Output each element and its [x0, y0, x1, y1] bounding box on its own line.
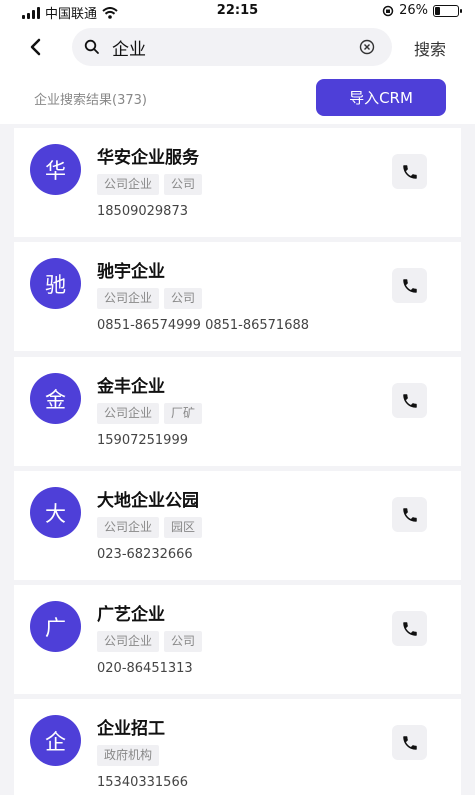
phone-icon: [402, 735, 417, 750]
back-button[interactable]: [20, 33, 50, 61]
company-card[interactable]: 企 企业招工 政府机构 15340331566: [14, 699, 461, 795]
company-phone: 18509029873: [97, 204, 188, 219]
company-phone: 0851-86574999 0851-86571688: [97, 318, 310, 333]
company-tag: 公司企业: [97, 517, 160, 538]
company-avatar: 驰: [30, 258, 81, 309]
company-tags: 公司企业 公司: [97, 288, 203, 309]
call-button[interactable]: [392, 268, 427, 303]
lock-rotation-icon: [382, 5, 394, 16]
company-name: 华安企业服务: [97, 148, 199, 168]
company-avatar: 企: [30, 715, 81, 766]
company-tag: 公司企业: [97, 631, 160, 652]
company-card[interactable]: 金 金丰企业 公司企业 厂矿 15907251999: [14, 357, 461, 466]
company-avatar: 金: [30, 373, 81, 424]
company-card[interactable]: 大 大地企业公园 公司企业 园区 023-68232666: [14, 471, 461, 580]
phone-icon: [402, 278, 417, 293]
company-avatar: 大: [30, 487, 81, 538]
call-button[interactable]: [392, 497, 427, 532]
company-avatar: 广: [30, 601, 81, 652]
search-header: 搜索 企业搜索结果(373) 导入CRM: [0, 24, 475, 124]
company-name: 驰宇企业: [97, 262, 165, 282]
search-box[interactable]: [72, 28, 392, 66]
import-crm-button[interactable]: 导入CRM: [316, 79, 446, 116]
status-bar: 中国联通 22:15 26%: [0, 0, 475, 24]
phone-icon: [402, 164, 417, 179]
company-card[interactable]: 驰 驰宇企业 公司企业 公司 0851-86574999 0851-865716…: [14, 242, 461, 351]
battery-percent: 26%: [399, 3, 428, 18]
company-tag: 公司: [164, 288, 203, 309]
company-tag: 公司: [164, 631, 203, 652]
search-input[interactable]: [112, 34, 352, 60]
company-tags: 公司企业 园区: [97, 517, 203, 538]
result-count: 企业搜索结果(373): [34, 93, 147, 108]
company-avatar: 华: [30, 144, 81, 195]
search-icon: [84, 39, 99, 54]
back-icon: [30, 38, 41, 56]
clear-icon[interactable]: [359, 39, 375, 55]
company-tag: 公司企业: [97, 288, 160, 309]
company-card[interactable]: 广 广艺企业 公司企业 公司 020-86451313: [14, 585, 461, 694]
company-tags: 公司企业 厂矿: [97, 403, 203, 424]
company-tag: 政府机构: [97, 745, 160, 766]
company-tag: 公司企业: [97, 174, 160, 195]
status-right: 26%: [382, 3, 462, 18]
call-button[interactable]: [392, 383, 427, 418]
company-card[interactable]: 华 华安企业服务 公司企业 公司 18509029873: [14, 128, 461, 237]
call-button[interactable]: [392, 154, 427, 189]
company-phone: 15907251999: [97, 433, 188, 448]
company-phone: 020-86451313: [97, 661, 193, 676]
company-tag: 园区: [164, 517, 203, 538]
company-phone: 023-68232666: [97, 547, 193, 562]
company-name: 广艺企业: [97, 605, 165, 625]
company-name: 金丰企业: [97, 377, 165, 397]
search-button[interactable]: 搜索: [414, 36, 446, 60]
phone-icon: [402, 507, 417, 522]
company-tag: 公司: [164, 174, 203, 195]
phone-icon: [402, 621, 417, 636]
call-button[interactable]: [392, 611, 427, 646]
battery-fill: [435, 6, 440, 15]
company-phone: 15340331566: [97, 775, 188, 790]
company-tags: 公司企业 公司: [97, 631, 203, 652]
call-button[interactable]: [392, 725, 427, 760]
company-tag: 厂矿: [164, 403, 203, 424]
company-tags: 政府机构: [97, 745, 160, 766]
company-tags: 公司企业 公司: [97, 174, 203, 195]
company-name: 企业招工: [97, 719, 165, 739]
company-tag: 公司企业: [97, 403, 160, 424]
phone-icon: [402, 393, 417, 408]
battery-icon: [433, 4, 462, 17]
company-name: 大地企业公园: [97, 491, 199, 511]
